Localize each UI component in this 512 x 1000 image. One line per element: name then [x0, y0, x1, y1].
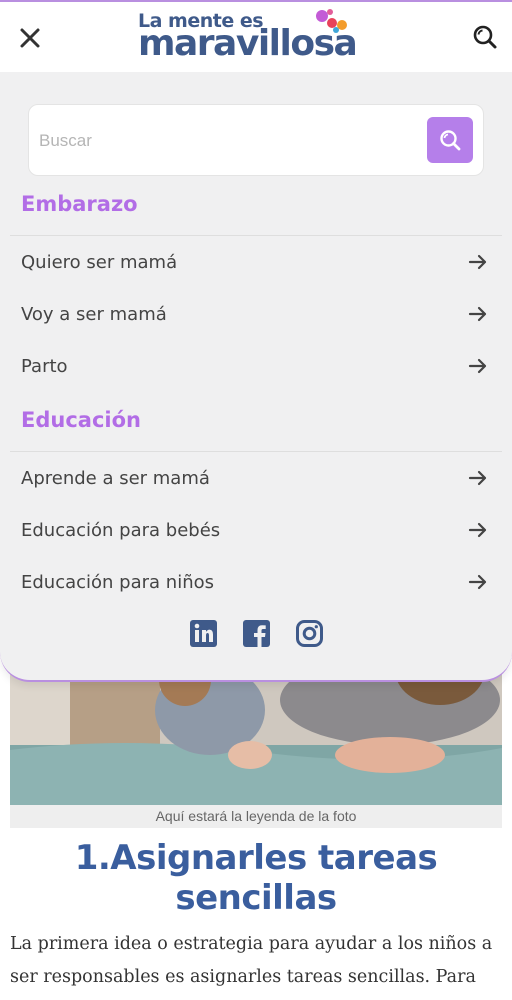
- site-header: La mente es maravillosa: [0, 0, 512, 72]
- menu-item-parto[interactable]: Parto: [10, 340, 502, 392]
- menu-item-label: Educación para bebés: [21, 519, 221, 541]
- menu-item-label: Quiero ser mamá: [21, 251, 178, 273]
- menu-item-label: Educación para niños: [21, 571, 214, 593]
- arrow-right-icon: [468, 252, 488, 272]
- instagram-icon[interactable]: [295, 620, 323, 647]
- menu-search-box: [28, 104, 484, 176]
- menu-item-quiero-ser-mama[interactable]: Quiero ser mamá: [10, 236, 502, 288]
- menu-item-voy-a-ser-mama[interactable]: Voy a ser mamá: [10, 288, 502, 340]
- menu-item-educacion-para-bebes[interactable]: Educación para bebés: [10, 504, 502, 556]
- menu-item-label: Voy a ser mamá: [21, 303, 167, 325]
- search-icon: [440, 130, 461, 151]
- arrow-right-icon: [468, 468, 488, 488]
- search-input[interactable]: [39, 123, 419, 159]
- site-logo[interactable]: La mente es maravillosa: [138, 8, 388, 68]
- navigation-menu: Embarazo Quiero ser mamá Voy a ser mamá …: [0, 72, 512, 682]
- facebook-icon[interactable]: [242, 620, 270, 647]
- social-links: [0, 620, 512, 650]
- arrow-right-icon: [468, 356, 488, 376]
- article-heading: 1.Asignarles tareas sencillas: [74, 838, 438, 918]
- search-icon: [473, 25, 497, 49]
- arrow-right-icon: [468, 304, 488, 324]
- logo-bubbles-icon: [316, 9, 347, 33]
- close-icon: [20, 28, 40, 48]
- section-title-embarazo[interactable]: Embarazo: [21, 192, 138, 216]
- menu-item-label: Aprende a ser mamá: [21, 467, 210, 489]
- linkedin-icon[interactable]: [189, 620, 217, 647]
- arrow-right-icon: [468, 572, 488, 592]
- close-menu-button[interactable]: [16, 24, 44, 52]
- search-submit-button[interactable]: [427, 117, 473, 163]
- arrow-right-icon: [468, 520, 488, 540]
- menu-item-educacion-para-ninos[interactable]: Educación para niños: [10, 556, 502, 608]
- menu-item-aprende-a-ser-mama[interactable]: Aprende a ser mamá: [10, 452, 502, 504]
- section-title-educacion[interactable]: Educación: [21, 408, 141, 432]
- article-paragraph: La primera idea o estrategia para ayudar…: [10, 934, 493, 987]
- header-search-button[interactable]: [470, 22, 500, 52]
- photo-caption: Aquí estará la leyenda de la foto: [10, 805, 502, 828]
- menu-item-label: Parto: [21, 355, 68, 377]
